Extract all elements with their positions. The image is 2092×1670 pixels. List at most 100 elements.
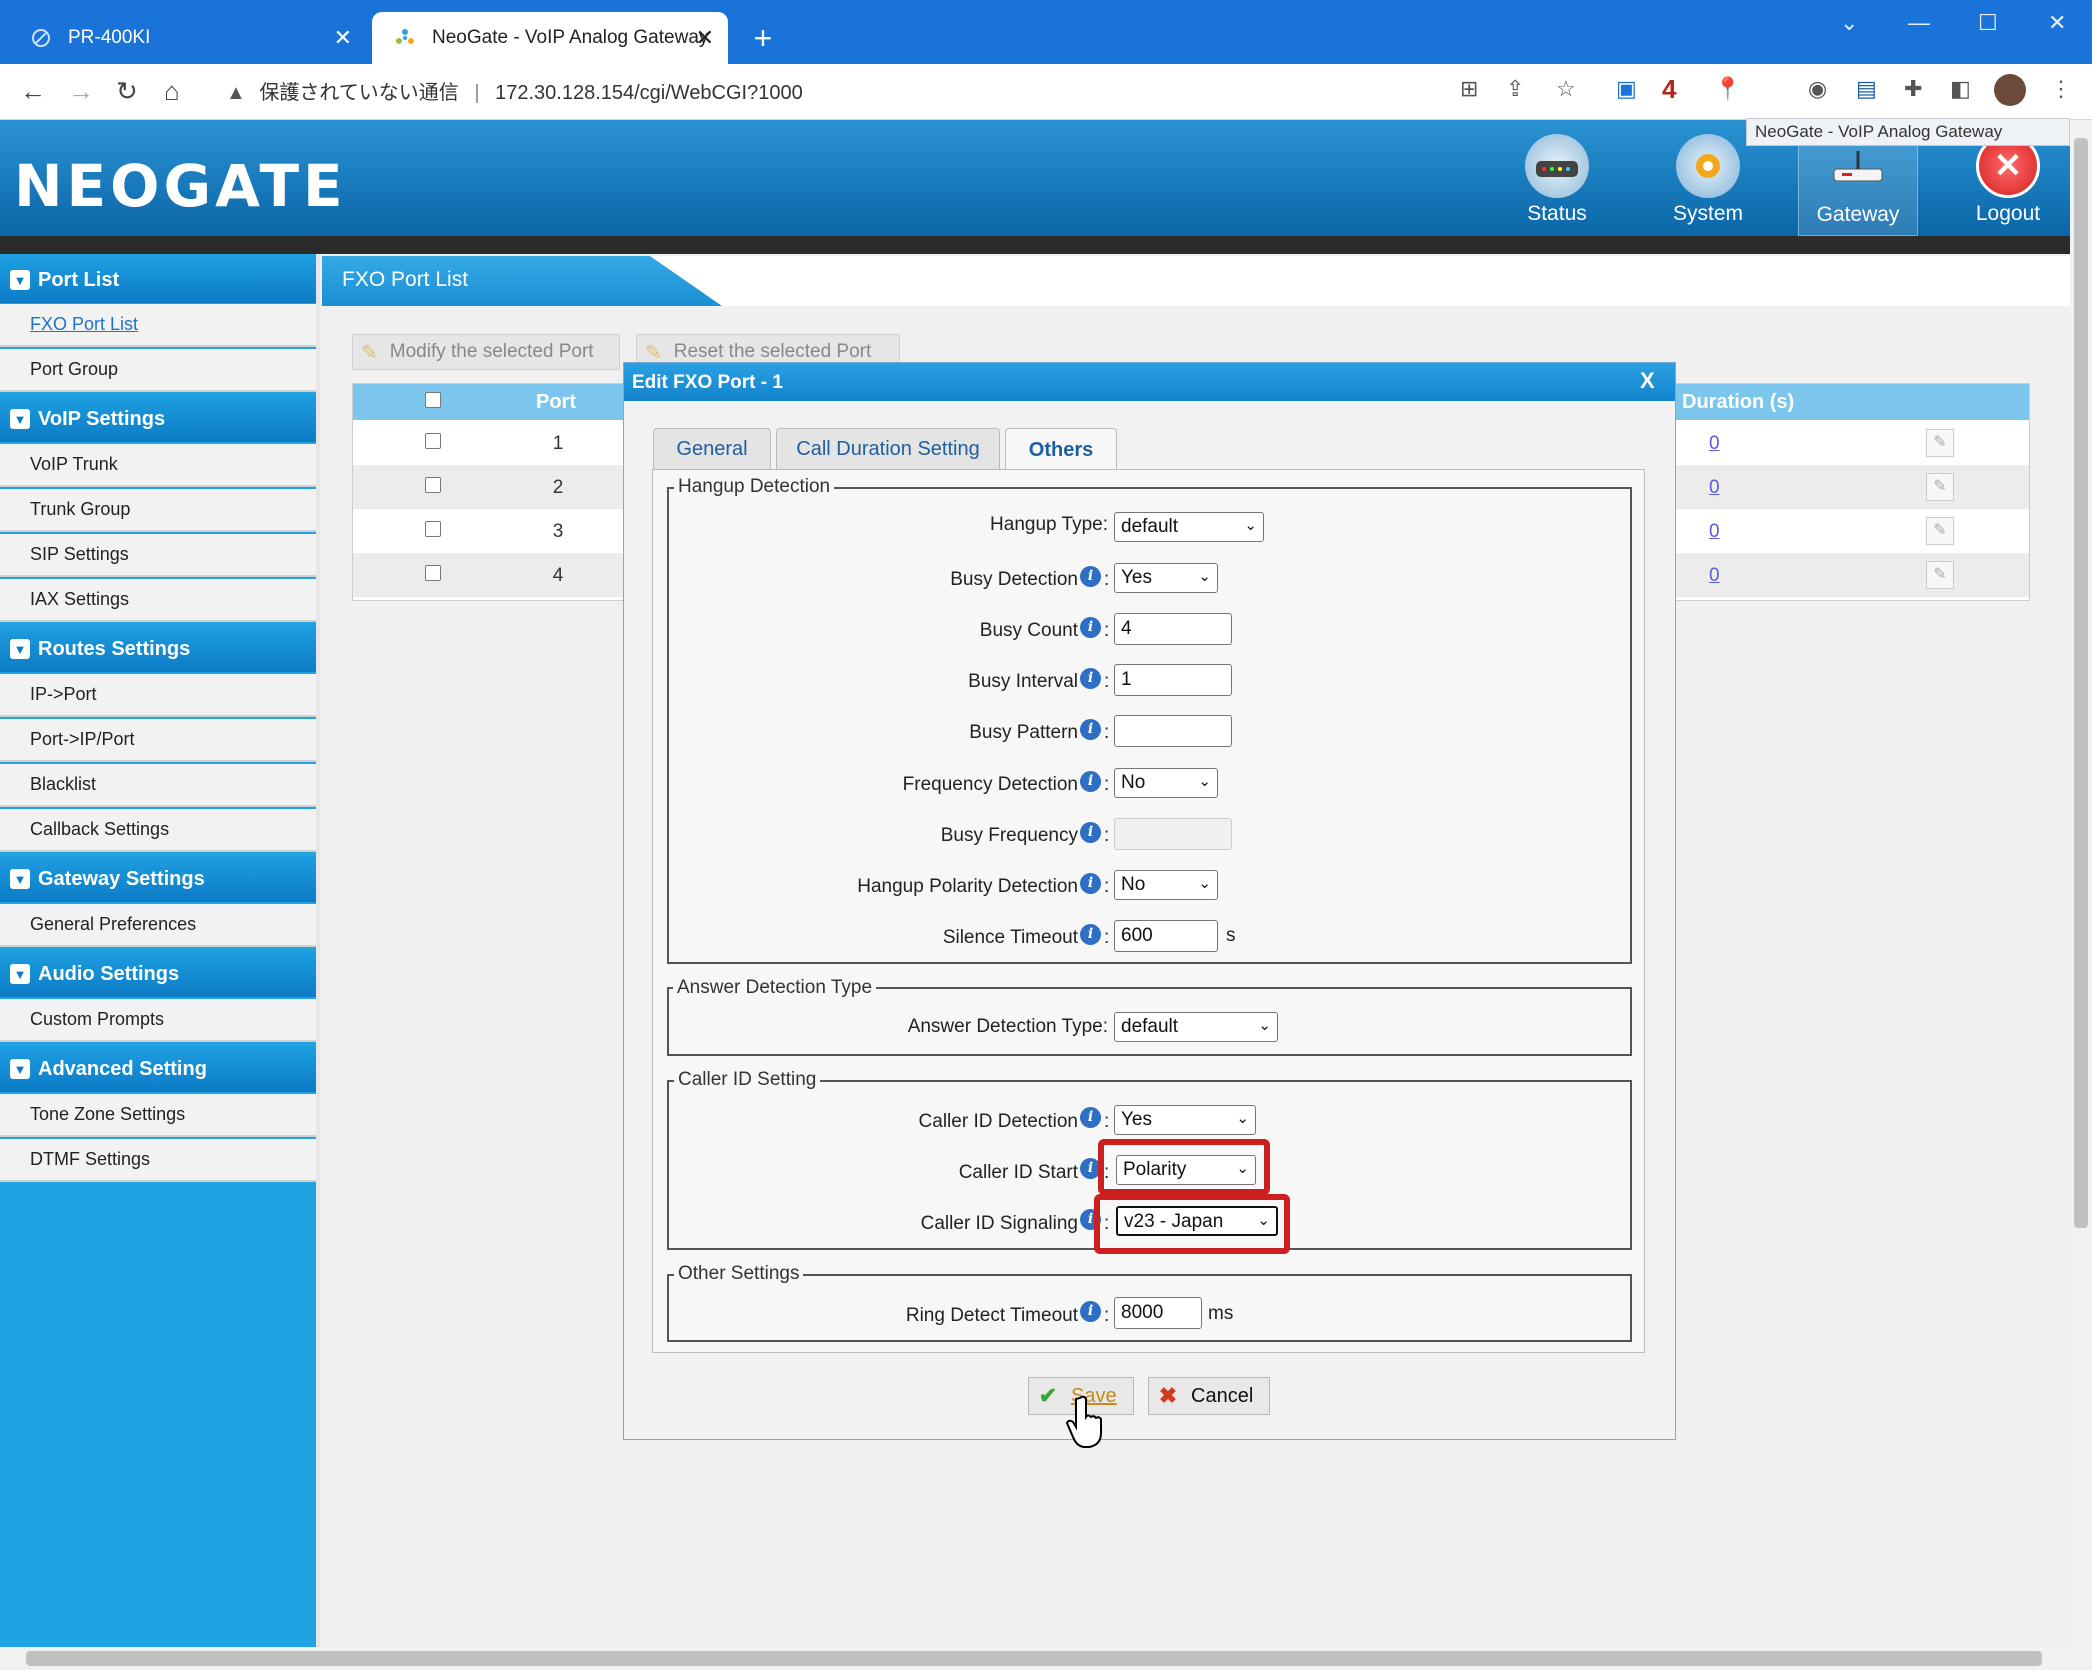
sidebar-section-audio-settings[interactable]: ▼ Audio Settings (0, 951, 316, 997)
info-icon[interactable]: i (1080, 1301, 1101, 1322)
tab-general[interactable]: General (653, 428, 771, 470)
info-icon[interactable]: i (1080, 924, 1101, 945)
puzzle-icon[interactable]: ✚ (1904, 76, 1922, 102)
row-checkbox[interactable] (425, 433, 441, 449)
field-label: Ring Detect Timeout (905, 1305, 1078, 1326)
info-icon[interactable]: i (1080, 1107, 1101, 1128)
sidebar-item-tone-zone-settings[interactable]: Tone Zone Settings (0, 1094, 316, 1137)
colon: : (1104, 569, 1110, 590)
info-icon[interactable]: i (1080, 668, 1101, 689)
sidebar-item-trunk-group[interactable]: Trunk Group (0, 489, 316, 532)
answer-detection-select[interactable]: default ⌄ (1114, 1012, 1278, 1042)
edit-icon[interactable]: ✎ (1926, 561, 1954, 589)
menu-icon[interactable]: ⋮ (2050, 76, 2072, 102)
browser-tab-neogate[interactable]: NeoGate - VoIP Analog Gateway ✕ (372, 12, 728, 64)
sidebar-item-blacklist[interactable]: Blacklist (0, 764, 316, 807)
collapse-triangle-icon: ▼ (10, 869, 30, 889)
extension-icon[interactable]: ▤ (1856, 76, 1877, 102)
sidebar-item-general-preferences[interactable]: General Preferences (0, 904, 316, 947)
sidebar-item-custom-prompts[interactable]: Custom Prompts (0, 999, 316, 1042)
tab-call-duration-setting[interactable]: Call Duration Setting (776, 428, 1000, 470)
info-icon[interactable]: i (1080, 719, 1101, 740)
busy-count-input[interactable]: 4 (1114, 613, 1232, 645)
modify-port-button[interactable]: ✎ Modify the selected Port (352, 334, 620, 370)
tab-search-icon[interactable]: ⌄ (1840, 10, 1858, 36)
select-all-checkbox[interactable] (425, 392, 441, 408)
sidebar-section-routes-settings[interactable]: ▼ Routes Settings (0, 626, 316, 672)
duration-link[interactable]: 0 (1709, 565, 1720, 587)
busy-detection-select[interactable]: Yes ⌄ (1114, 563, 1218, 593)
duration-link[interactable]: 0 (1709, 433, 1720, 455)
group-legend: Hangup Detection (674, 476, 835, 498)
row-checkbox[interactable] (425, 521, 441, 537)
sidebar-section-gateway-settings[interactable]: ▼ Gateway Settings (0, 856, 316, 902)
row-checkbox[interactable] (425, 565, 441, 581)
minimize-icon[interactable]: — (1908, 10, 1930, 36)
bookmark-star-icon[interactable]: ☆ (1556, 76, 1576, 102)
cross-icon: ✖ (1158, 1383, 1178, 1408)
caller-id-detection-select[interactable]: Yes ⌄ (1114, 1105, 1256, 1135)
vertical-scroll-thumb[interactable] (2074, 138, 2088, 1228)
avatar[interactable] (1994, 74, 2026, 106)
close-tab-icon[interactable]: ✕ (696, 25, 714, 51)
sidebar-item-fxo-port-list[interactable]: FXO Port List (0, 304, 316, 347)
info-icon[interactable]: i (1080, 873, 1101, 894)
info-icon[interactable]: i (1080, 617, 1101, 638)
sidebar-item-iax-settings[interactable]: IAX Settings (0, 579, 316, 622)
row-checkbox[interactable] (425, 477, 441, 493)
horizontal-scroll-thumb[interactable] (26, 1651, 2042, 1666)
sidebar-item-voip-trunk[interactable]: VoIP Trunk (0, 444, 316, 487)
location-pin-icon[interactable]: 📍 (1714, 76, 1741, 102)
edit-icon[interactable]: ✎ (1926, 473, 1954, 501)
translate-icon[interactable]: ⊞ (1460, 76, 1478, 102)
hangup-polarity-select[interactable]: No ⌄ (1114, 870, 1218, 900)
busy-interval-input[interactable]: 1 (1114, 664, 1232, 696)
duration-link[interactable]: 0 (1709, 477, 1720, 499)
new-tab-button[interactable]: + (748, 20, 778, 57)
edit-icon[interactable]: ✎ (1926, 429, 1954, 457)
line-extension-icon[interactable]: ◉ (1808, 76, 1827, 102)
sidebar-item-dtmf-settings[interactable]: DTMF Settings (0, 1139, 316, 1182)
sidebar-item-callback-settings[interactable]: Callback Settings (0, 809, 316, 852)
cancel-button[interactable]: ✖ Cancel (1148, 1377, 1270, 1415)
sidebar-section-port-list[interactable]: ▼ Port List (0, 257, 316, 303)
chevron-down-icon: ⌄ (1258, 1017, 1271, 1034)
dialog-close-button[interactable]: X (1640, 368, 1655, 394)
hangup-type-select[interactable]: default ⌄ (1114, 512, 1264, 542)
close-tab-icon[interactable]: ✕ (334, 25, 352, 51)
reload-icon[interactable]: ↻ (116, 76, 138, 107)
info-icon[interactable]: i (1080, 771, 1101, 792)
info-icon[interactable]: i (1080, 566, 1101, 587)
close-window-icon[interactable]: ✕ (2048, 10, 2066, 36)
url-field[interactable]: ▲ 保護されていない通信 | 172.30.128.154/cgi/WebCGI… (226, 76, 803, 105)
busy-pattern-input[interactable] (1114, 715, 1232, 747)
extension-badge[interactable]: 4 (1662, 74, 1676, 105)
tab-others[interactable]: Others (1005, 428, 1117, 472)
extension-window-icon[interactable]: ▣ (1616, 76, 1637, 102)
sidebar-item-port-ip-port[interactable]: Port->IP/Port (0, 719, 316, 762)
sidebar-section-voip-settings[interactable]: ▼ VoIP Settings (0, 396, 316, 442)
forward-icon[interactable]: → (68, 76, 94, 107)
info-icon[interactable]: i (1080, 822, 1101, 843)
share-icon[interactable]: ⇪ (1506, 76, 1524, 102)
busy-frequency-input[interactable] (1114, 818, 1232, 850)
sidebar-item-sip-settings[interactable]: SIP Settings (0, 534, 316, 577)
home-icon[interactable]: ⌂ (164, 76, 180, 107)
ring-detect-timeout-input[interactable]: 8000 (1114, 1297, 1202, 1329)
sidebar-item-port-group[interactable]: Port Group (0, 349, 316, 392)
colon: : (1104, 774, 1110, 795)
column-header-duration: Duration (s) (1682, 391, 1795, 413)
side-panel-icon[interactable]: ◧ (1950, 76, 1971, 102)
sidebar-section-advanced-setting[interactable]: ▼ Advanced Setting (0, 1046, 316, 1092)
edit-icon[interactable]: ✎ (1926, 517, 1954, 545)
duration-link[interactable]: 0 (1709, 521, 1720, 543)
sidebar-item-ip-port[interactable]: IP->Port (0, 674, 316, 717)
field-label: Frequency Detection (902, 774, 1078, 795)
tab-label: NeoGate - VoIP Analog Gateway (432, 27, 709, 48)
browser-tab-pr400ki[interactable]: PR-400KI ✕ (8, 12, 366, 64)
frequency-detection-select[interactable]: No ⌄ (1114, 768, 1218, 798)
nav-status[interactable]: Status (1497, 130, 1617, 236)
silence-timeout-input[interactable]: 600 (1114, 920, 1218, 952)
maximize-icon[interactable]: ☐ (1978, 10, 1998, 36)
back-icon[interactable]: ← (20, 76, 46, 107)
